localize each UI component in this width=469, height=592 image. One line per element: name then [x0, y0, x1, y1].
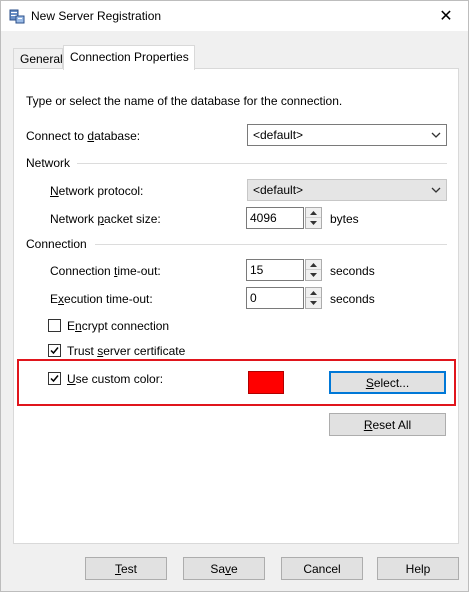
caret-down-icon	[310, 221, 317, 225]
custom-color-checkbox[interactable]	[48, 372, 61, 385]
caret-up-icon	[310, 290, 317, 295]
connect-db-combo[interactable]: <default>	[247, 124, 447, 146]
tab-connection-properties[interactable]: Connection Properties	[63, 45, 195, 70]
exec-timeout-input[interactable]: 0	[246, 287, 304, 309]
checkmark-icon	[50, 375, 59, 383]
cancel-button[interactable]: Cancel	[281, 557, 363, 580]
caret-down-icon	[310, 301, 317, 305]
dialog-window: New Server Registration ✕ General Connec…	[0, 0, 469, 592]
packet-size-up-button[interactable]	[306, 208, 321, 218]
connect-db-value: <default>	[253, 128, 304, 142]
conn-timeout-value: 15	[250, 263, 264, 277]
packet-size-down-button[interactable]	[306, 218, 321, 228]
network-group-divider	[77, 163, 447, 164]
close-icon: ✕	[439, 8, 453, 25]
exec-timeout-up-button[interactable]	[306, 288, 321, 298]
exec-timeout-label: Execution time-out:	[50, 292, 153, 306]
connection-group-divider	[95, 244, 447, 245]
reset-all-button[interactable]: Reset All	[329, 413, 446, 436]
conn-timeout-label: Connection time-out:	[50, 264, 161, 278]
window-title: New Server Registration	[31, 9, 162, 23]
intro-text: Type or select the name of the database …	[26, 94, 343, 108]
exec-timeout-unit: seconds	[330, 292, 375, 306]
network-protocol-label: Network protocol:	[50, 184, 144, 198]
chevron-down-icon	[431, 187, 441, 193]
custom-color-label: Use custom color:	[67, 372, 164, 386]
network-protocol-value: <default>	[253, 183, 304, 197]
tab-general[interactable]: General	[13, 48, 63, 69]
test-button[interactable]: Test	[85, 557, 167, 580]
conn-timeout-unit: seconds	[330, 264, 375, 278]
save-button[interactable]: Save	[183, 557, 265, 580]
caret-down-icon	[310, 273, 317, 277]
server-registration-icon	[9, 9, 25, 24]
close-button[interactable]: ✕	[430, 4, 462, 28]
packet-size-label: Network packet size:	[50, 212, 161, 226]
checkmark-icon	[50, 347, 59, 355]
exec-timeout-down-button[interactable]	[306, 298, 321, 308]
network-group-label: Network	[26, 156, 71, 170]
tab-general-label: General	[20, 52, 63, 66]
connect-db-label: Connect to database:	[26, 129, 141, 143]
help-button[interactable]: Help	[377, 557, 459, 580]
packet-size-value: 4096	[250, 211, 277, 225]
conn-timeout-down-button[interactable]	[306, 270, 321, 280]
tab-connection-properties-label: Connection Properties	[70, 50, 189, 64]
packet-size-input[interactable]: 4096	[246, 207, 304, 229]
chevron-down-icon	[431, 132, 441, 138]
packet-size-unit: bytes	[330, 212, 359, 226]
encrypt-label: Encrypt connection	[67, 319, 170, 333]
packet-size-stepper	[305, 207, 322, 229]
conn-timeout-up-button[interactable]	[306, 260, 321, 270]
trust-cert-checkbox[interactable]	[48, 344, 61, 357]
title-bar: New Server Registration ✕	[1, 1, 468, 31]
connection-group-label: Connection	[26, 237, 87, 251]
network-protocol-combo[interactable]: <default>	[247, 179, 447, 201]
select-color-button[interactable]: Select...	[329, 371, 446, 394]
trust-cert-label: Trust server certificate	[67, 344, 186, 358]
exec-timeout-value: 0	[250, 291, 257, 305]
color-swatch	[248, 371, 284, 394]
conn-timeout-input[interactable]: 15	[246, 259, 304, 281]
caret-up-icon	[310, 210, 317, 215]
conn-timeout-stepper	[305, 259, 322, 281]
encrypt-checkbox[interactable]	[48, 319, 61, 332]
exec-timeout-stepper	[305, 287, 322, 309]
caret-up-icon	[310, 262, 317, 267]
